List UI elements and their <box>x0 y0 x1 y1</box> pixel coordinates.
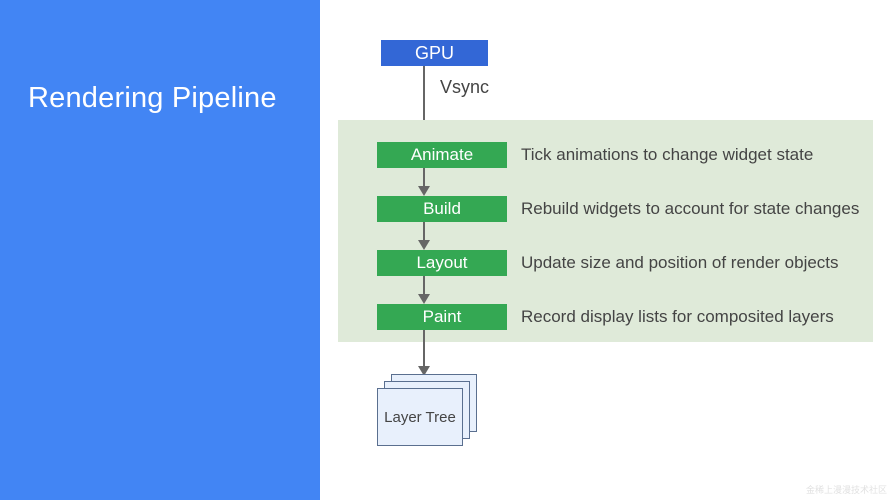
arrowhead-icon <box>418 294 430 304</box>
arrow-paint-layertree <box>423 330 425 368</box>
stage-desc-layout: Update size and position of render objec… <box>521 253 839 273</box>
diagram-area: GPU Vsync Animate Tick animations to cha… <box>320 0 893 500</box>
stage-animate: Animate Tick animations to change widget… <box>338 142 873 168</box>
vsync-label: Vsync <box>440 77 489 98</box>
layer-card-front: Layer Tree <box>377 388 463 446</box>
stage-desc-build: Rebuild widgets to account for state cha… <box>521 199 859 219</box>
arrow-build-layout <box>423 222 425 242</box>
stage-box-animate: Animate <box>377 142 507 168</box>
stage-build: Build Rebuild widgets to account for sta… <box>338 196 873 222</box>
sidebar: Rendering Pipeline <box>0 0 320 500</box>
pipeline-container: Animate Tick animations to change widget… <box>338 120 873 342</box>
stage-desc-paint: Record display lists for composited laye… <box>521 307 834 327</box>
stage-layout: Layout Update size and position of rende… <box>338 250 873 276</box>
watermark: 金稀上漫漫技术社区 <box>806 483 887 496</box>
arrowhead-icon <box>418 240 430 250</box>
page-title: Rendering Pipeline <box>28 82 320 115</box>
arrowhead-icon <box>418 186 430 196</box>
stage-box-layout: Layout <box>377 250 507 276</box>
stage-desc-animate: Tick animations to change widget state <box>521 145 813 165</box>
stage-paint: Paint Record display lists for composite… <box>338 304 873 330</box>
stage-box-paint: Paint <box>377 304 507 330</box>
stage-box-build: Build <box>377 196 507 222</box>
gpu-box: GPU <box>381 40 488 66</box>
arrow-animate-build <box>423 168 425 188</box>
arrow-layout-paint <box>423 276 425 296</box>
